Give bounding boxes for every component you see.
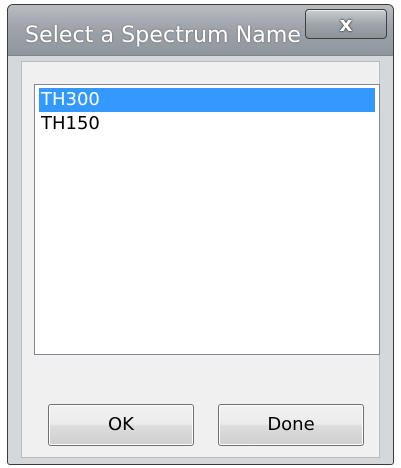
dialog-window: Select a Spectrum Name x TH300 TH150 OK … bbox=[7, 4, 394, 465]
close-button[interactable]: x bbox=[305, 9, 387, 39]
window-title: Select a Spectrum Name bbox=[25, 23, 302, 48]
dialog-body: TH300 TH150 OK Done bbox=[21, 61, 380, 458]
list-item[interactable]: TH300 bbox=[39, 88, 375, 112]
spectrum-listbox[interactable]: TH300 TH150 bbox=[34, 84, 380, 355]
ok-button[interactable]: OK bbox=[48, 404, 194, 446]
close-icon: x bbox=[339, 12, 353, 36]
title-bar[interactable]: Select a Spectrum Name x bbox=[8, 5, 393, 56]
done-button[interactable]: Done bbox=[218, 404, 364, 446]
list-item[interactable]: TH150 bbox=[39, 112, 375, 136]
